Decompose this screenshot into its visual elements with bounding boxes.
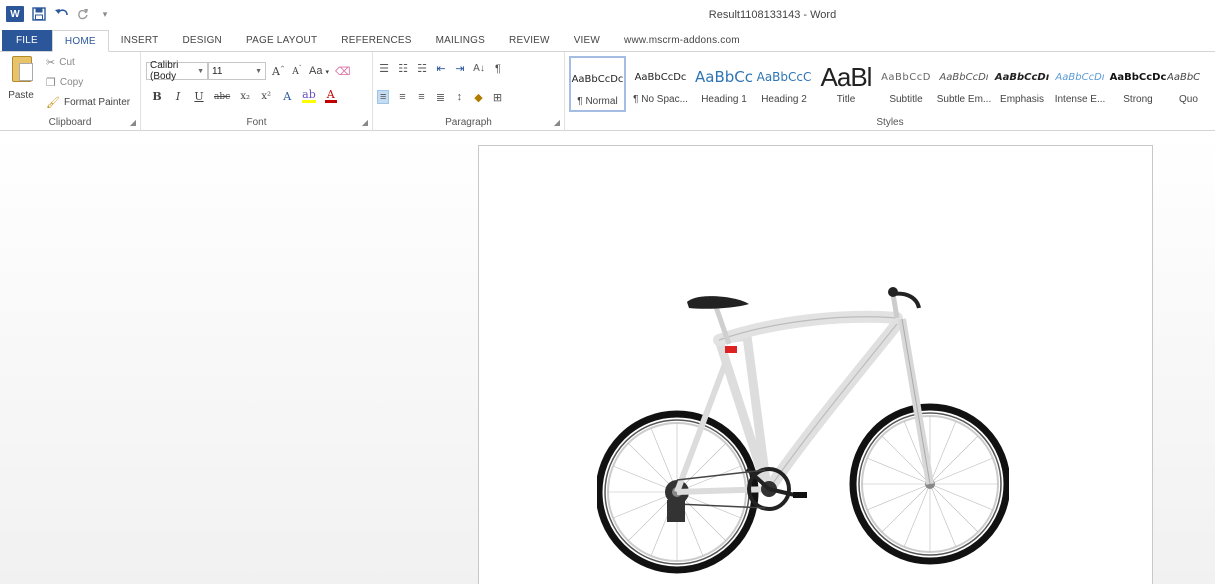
strikethrough-button[interactable]: abc [214, 92, 230, 102]
chevron-down-icon: ▼ [255, 67, 262, 75]
scissors-icon: ✂ [46, 57, 56, 69]
borders-icon[interactable]: ⊞ [491, 91, 503, 104]
styles-group-label: Styles [876, 117, 904, 128]
tab-review[interactable]: REVIEW [497, 30, 562, 51]
dialog-launcher-icon[interactable]: ◢ [130, 118, 136, 127]
show-marks-button[interactable]: ¶ [492, 63, 504, 75]
cut-button[interactable]: ✂ Cut [46, 56, 75, 69]
font-color-button[interactable]: A [324, 89, 337, 103]
seat-clamp [725, 346, 737, 353]
tab-mailings[interactable]: MAILINGS [424, 30, 497, 51]
bicycle-image[interactable] [597, 284, 1009, 579]
paragraph-group-label: Paragraph [445, 117, 492, 128]
align-center-icon[interactable]: ≡ [396, 91, 408, 103]
change-case-button[interactable]: Aa ▾ [309, 65, 329, 77]
text-effects-button[interactable]: A [281, 90, 293, 103]
copy-button[interactable]: ❐ Copy [46, 76, 83, 89]
brush-icon: 🖌 [46, 97, 60, 109]
font-name-combo[interactable]: Calibri (Body ▼ [146, 60, 208, 82]
clear-formatting-icon[interactable]: ⌫ [335, 65, 351, 78]
copy-label: Copy [59, 77, 84, 88]
font-size-combo[interactable]: 11 ▼ [208, 62, 266, 80]
paragraph-group: ☰ ☷ ☵ ⇤ ⇥ A↓ ¶ ≡ ≡ ≡ ≣ ↕ ◆ ⊞ Paragraph ◢ [373, 52, 565, 131]
paste-button[interactable]: Paste [4, 56, 38, 110]
shrink-font-button[interactable]: Aˇ [291, 65, 303, 77]
tab-view[interactable]: VIEW [562, 30, 612, 51]
paste-icon [12, 56, 33, 82]
tab-page-layout[interactable]: PAGE LAYOUT [234, 30, 329, 51]
styles-group: Styles [565, 52, 1215, 131]
tab-home[interactable]: HOME [51, 30, 109, 52]
italic-button[interactable]: I [172, 90, 184, 103]
underline-button[interactable]: U [193, 90, 205, 103]
shading-icon[interactable]: ◆ [472, 91, 484, 104]
dialog-launcher-icon[interactable]: ◢ [362, 118, 368, 127]
title-bar: W ▾ Result1108133143 - Word [0, 0, 1215, 30]
cut-label: Cut [59, 57, 75, 68]
chevron-down-icon: ▼ [197, 67, 204, 75]
tab-file[interactable]: FILE [2, 30, 52, 51]
highlight-button[interactable]: ab [302, 89, 316, 103]
copy-icon: ❐ [46, 77, 56, 89]
window-title: Result1108133143 - Word [708, 9, 837, 21]
font-name-value: Calibri (Body [150, 60, 179, 82]
format-painter-button[interactable]: 🖌 Format Painter [46, 96, 130, 109]
bold-button[interactable]: B [151, 90, 163, 103]
superscript-button[interactable]: x² [260, 91, 272, 102]
align-left-icon[interactable]: ≡ [377, 90, 390, 104]
tab-references[interactable]: REFERENCES [329, 30, 423, 51]
multilevel-list-icon[interactable]: ☵ [416, 62, 428, 75]
increase-indent-icon[interactable]: ⇥ [454, 62, 466, 75]
clipboard-group-label: Clipboard [48, 117, 92, 128]
numbering-icon[interactable]: ☷ [397, 62, 409, 75]
font-size-value: 11 [212, 65, 223, 77]
document-workspace[interactable] [0, 131, 1215, 584]
font-group-label: Font [246, 117, 267, 128]
paste-label: Paste [8, 90, 34, 101]
grow-font-button[interactable]: A^ [272, 65, 285, 78]
justify-icon[interactable]: ≣ [434, 91, 446, 104]
ribbon: Paste ✂ Cut ❐ Copy 🖌 Format Painter Clip… [0, 52, 1215, 131]
decrease-indent-icon[interactable]: ⇤ [435, 62, 447, 75]
format-painter-label: Format Painter [63, 97, 131, 108]
dialog-launcher-icon[interactable]: ◢ [554, 118, 560, 127]
tab-design[interactable]: DESIGN [170, 30, 234, 51]
line-spacing-icon[interactable]: ↕ [453, 91, 465, 103]
sort-button[interactable]: A↓ [473, 63, 485, 74]
subscript-button[interactable]: x₂ [239, 91, 251, 102]
align-right-icon[interactable]: ≡ [415, 91, 427, 103]
document-page[interactable] [478, 145, 1153, 584]
tab-mscrm-addons[interactable]: www.mscrm-addons.com [612, 30, 752, 51]
bullets-icon[interactable]: ☰ [378, 62, 390, 75]
clipboard-group: Paste ✂ Cut ❐ Copy 🖌 Format Painter Clip… [0, 52, 141, 131]
tab-insert[interactable]: INSERT [109, 30, 171, 51]
ribbon-tabs: FILE HOME INSERT DESIGN PAGE LAYOUT REFE… [0, 30, 1215, 52]
font-group: Calibri (Body ▼ 11 ▼ A^ Aˇ Aa ▾ ⌫ B I U ab… [141, 52, 373, 131]
